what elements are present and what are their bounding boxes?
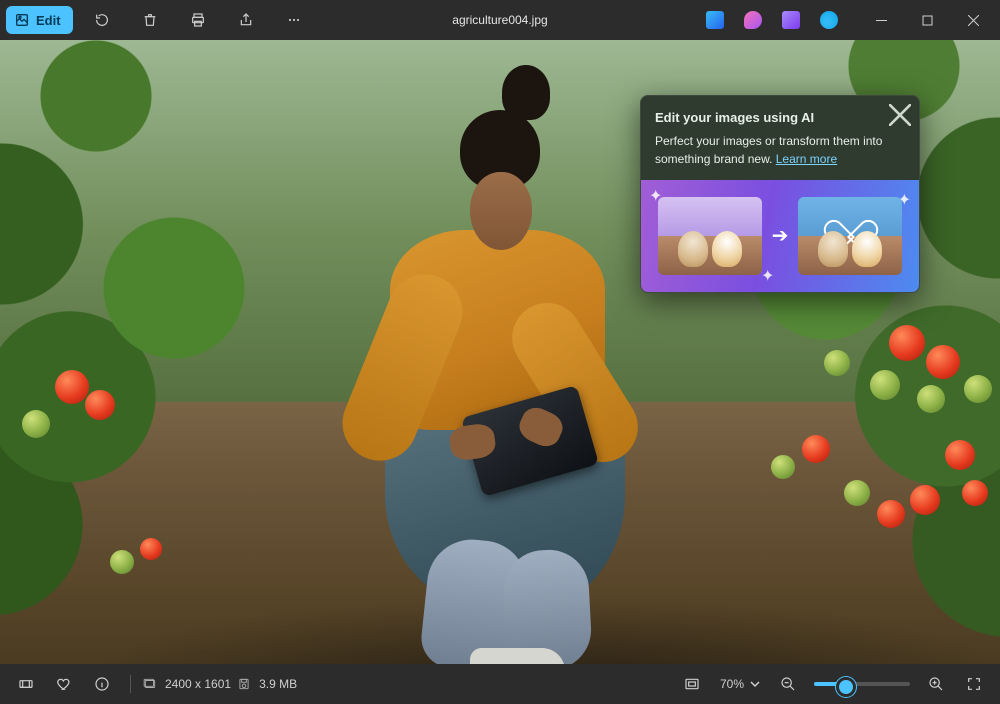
more-icon (286, 12, 302, 28)
heart-icon (56, 676, 72, 692)
close-icon (889, 104, 911, 126)
onenote-app-tile[interactable] (782, 11, 800, 29)
rotate-button[interactable] (83, 0, 121, 40)
disk-icon (237, 677, 251, 691)
zoom-out-icon (780, 676, 796, 692)
zoom-slider[interactable] (814, 682, 910, 686)
arrow-icon: ➔ (772, 223, 789, 248)
zoom-dropdown[interactable]: 70% (714, 674, 766, 694)
file-size: 3.9 MB (237, 677, 297, 691)
edit-button[interactable]: Edit (6, 6, 73, 34)
maximize-icon (922, 15, 933, 26)
more-button[interactable] (275, 0, 313, 40)
info-button[interactable] (86, 668, 118, 700)
ai-popup-title: Edit your images using AI (655, 108, 887, 128)
clipchamp-app-tile[interactable] (744, 11, 762, 29)
minimize-icon (876, 15, 887, 26)
close-icon (968, 15, 979, 26)
chevron-down-icon (750, 679, 760, 689)
photos-app-tile[interactable] (706, 11, 724, 29)
fit-icon (684, 676, 700, 692)
onedrive-app-tile[interactable] (820, 11, 838, 29)
edit-icon (14, 12, 30, 28)
print-button[interactable] (179, 0, 217, 40)
dimensions-icon (143, 677, 157, 691)
zoom-value: 70% (720, 677, 744, 691)
share-button[interactable] (227, 0, 265, 40)
close-button[interactable] (950, 0, 996, 40)
statusbar: 2400 x 1601 3.9 MB 70% (0, 664, 1000, 704)
ai-popup-learn-more-link[interactable]: Learn more (776, 152, 837, 166)
ai-popup-body: Perfect your images or transform them in… (655, 134, 882, 166)
ai-after-thumb (798, 197, 902, 275)
edit-button-label: Edit (36, 13, 61, 28)
info-icon (94, 676, 110, 692)
file-name: agriculture004.jpg (452, 13, 547, 27)
filmstrip-toggle-button[interactable] (10, 668, 42, 700)
filmstrip-icon (18, 676, 34, 692)
favorite-button[interactable] (48, 668, 80, 700)
fullscreen-button[interactable] (958, 668, 990, 700)
zoom-in-button[interactable] (920, 668, 952, 700)
trash-icon (142, 12, 158, 28)
ai-edit-popup: Edit your images using AI Perfect your i… (640, 95, 920, 293)
separator (130, 675, 131, 693)
ai-popup-preview: ✦ ✦ ✦ ➔ (641, 180, 919, 292)
zoom-out-button[interactable] (772, 668, 804, 700)
image-dimensions: 2400 x 1601 (143, 677, 231, 691)
image-viewer[interactable]: Edit your images using AI Perfect your i… (0, 40, 1000, 664)
maximize-button[interactable] (904, 0, 950, 40)
minimize-button[interactable] (858, 0, 904, 40)
ai-popup-close-button[interactable] (889, 104, 911, 126)
titlebar: Edit agriculture004.jpg (0, 0, 1000, 40)
fit-to-window-button[interactable] (676, 668, 708, 700)
delete-button[interactable] (131, 0, 169, 40)
zoom-in-icon (928, 676, 944, 692)
share-icon (238, 12, 254, 28)
fullscreen-icon (966, 676, 982, 692)
app-launchers (706, 11, 858, 29)
rotate-icon (94, 12, 110, 28)
print-icon (190, 12, 206, 28)
ai-before-thumb (658, 197, 762, 275)
